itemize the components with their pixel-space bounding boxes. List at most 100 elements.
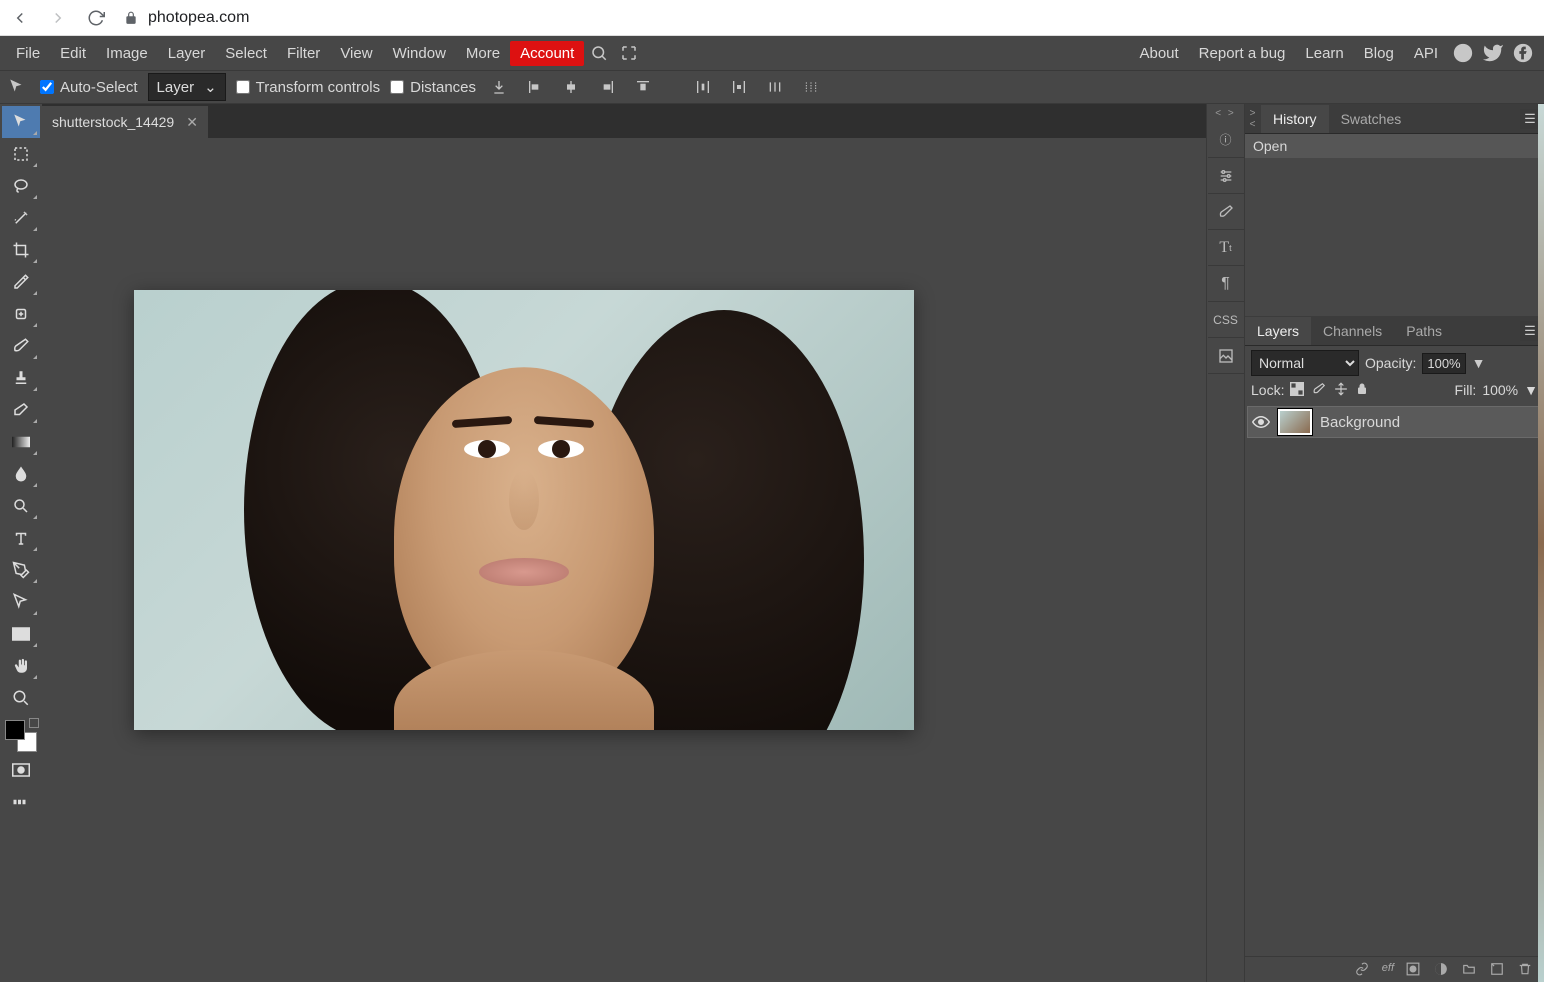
link-about[interactable]: About [1129, 39, 1188, 68]
adjust-panel-icon[interactable] [1208, 158, 1244, 194]
lock-move-icon[interactable] [1334, 382, 1350, 398]
layer-name[interactable]: Background [1320, 414, 1400, 431]
menu-view[interactable]: View [330, 39, 382, 68]
menu-image[interactable]: Image [96, 39, 158, 68]
pen-tool[interactable] [2, 554, 40, 586]
align-hcenter-icon[interactable] [558, 74, 584, 100]
dodge-tool[interactable] [2, 490, 40, 522]
back-icon[interactable] [10, 8, 30, 28]
wand-tool[interactable] [2, 202, 40, 234]
tab-channels[interactable]: Channels [1311, 317, 1394, 345]
lock-all-icon[interactable] [1356, 382, 1372, 398]
canvas-viewport[interactable] [42, 138, 1206, 982]
heal-tool[interactable] [2, 298, 40, 330]
link-layers-icon[interactable] [1354, 962, 1370, 978]
fg-color[interactable] [5, 720, 25, 740]
brush-panel-icon[interactable] [1208, 194, 1244, 230]
color-swatches[interactable] [3, 718, 39, 754]
menu-layer[interactable]: Layer [158, 39, 216, 68]
brush-tool[interactable] [2, 330, 40, 362]
canvas[interactable] [134, 290, 914, 730]
blur-tool[interactable] [2, 458, 40, 490]
quickmask-tool[interactable] [2, 754, 40, 786]
link-blog[interactable]: Blog [1354, 39, 1404, 68]
crop-tool[interactable] [2, 234, 40, 266]
download-icon[interactable] [486, 74, 512, 100]
document-tab[interactable]: shutterstock_14429 ✕ [42, 106, 208, 138]
menu-window[interactable]: Window [383, 39, 456, 68]
layer-thumbnail[interactable] [1278, 409, 1312, 435]
forward-icon[interactable] [48, 8, 68, 28]
panel-handle[interactable]: < > [1207, 104, 1244, 122]
new-layer-icon[interactable] [1490, 962, 1506, 978]
trash-icon[interactable] [1518, 962, 1534, 978]
reddit-icon[interactable] [1448, 42, 1478, 64]
marquee-tool[interactable] [2, 138, 40, 170]
gradient-tool[interactable] [2, 426, 40, 458]
layer-row[interactable]: Background [1247, 406, 1542, 438]
type-tool[interactable] [2, 522, 40, 554]
distribute-4-icon[interactable] [798, 74, 824, 100]
opacity-value[interactable]: 100% [1422, 353, 1465, 374]
adjustment-icon[interactable] [1434, 962, 1450, 978]
eyedropper-tool[interactable] [2, 266, 40, 298]
distances-checkbox[interactable]: Distances [390, 79, 476, 96]
visibility-icon[interactable] [1252, 415, 1270, 429]
facebook-icon[interactable] [1508, 42, 1538, 64]
link-learn[interactable]: Learn [1295, 39, 1353, 68]
hand-tool[interactable] [2, 650, 40, 682]
fx-icon[interactable]: eff [1382, 962, 1394, 978]
tab-history[interactable]: History [1261, 105, 1329, 133]
zoom-tool[interactable] [2, 682, 40, 714]
char-panel-icon[interactable]: Tt [1208, 230, 1244, 266]
auto-select-checkbox[interactable]: Auto-Select [40, 79, 138, 96]
menu-filter[interactable]: Filter [277, 39, 330, 68]
menu-file[interactable]: File [6, 39, 50, 68]
screenmode-tool[interactable] [2, 786, 40, 818]
menu-select[interactable]: Select [215, 39, 277, 68]
fill-value[interactable]: 100% [1482, 382, 1518, 398]
path-select-tool[interactable] [2, 586, 40, 618]
info-panel-icon[interactable]: ⓘ [1208, 122, 1244, 158]
lock-pixels-icon[interactable] [1290, 382, 1306, 398]
transform-checkbox[interactable]: Transform controls [236, 79, 380, 96]
image-panel-icon[interactable] [1208, 338, 1244, 374]
distribute-v-icon[interactable] [726, 74, 752, 100]
tab-paths[interactable]: Paths [1394, 317, 1454, 345]
url-box[interactable]: photopea.com [124, 9, 249, 27]
opacity-dropdown-icon[interactable]: ▼ [1472, 355, 1486, 371]
history-row[interactable]: Open [1245, 134, 1544, 158]
eraser-tool[interactable] [2, 394, 40, 426]
link-api[interactable]: API [1404, 39, 1448, 68]
para-panel-icon[interactable]: ¶ [1208, 266, 1244, 302]
lasso-tool[interactable] [2, 170, 40, 202]
close-tab-icon[interactable]: ✕ [186, 114, 198, 131]
blend-mode-select[interactable]: Normal [1251, 350, 1359, 376]
target-select[interactable]: Layer⌄ [148, 73, 226, 101]
move-tool[interactable] [2, 106, 40, 138]
panel-menu-icon[interactable]: ☰ [1520, 321, 1540, 341]
panel-handle[interactable]: > < [1245, 108, 1261, 130]
stamp-tool[interactable] [2, 362, 40, 394]
mask-icon[interactable] [1406, 962, 1422, 978]
align-right-icon[interactable] [594, 74, 620, 100]
menu-account[interactable]: Account [510, 41, 584, 66]
distribute-h-icon[interactable] [690, 74, 716, 100]
menu-more[interactable]: More [456, 39, 510, 68]
distribute-3-icon[interactable] [762, 74, 788, 100]
align-left-icon[interactable] [522, 74, 548, 100]
menu-edit[interactable]: Edit [50, 39, 96, 68]
css-panel-icon[interactable]: CSS [1208, 302, 1244, 338]
twitter-icon[interactable] [1478, 42, 1508, 64]
reload-icon[interactable] [86, 8, 106, 28]
link-report[interactable]: Report a bug [1189, 39, 1296, 68]
shape-tool[interactable] [2, 618, 40, 650]
fill-dropdown-icon[interactable]: ▼ [1524, 382, 1538, 398]
panel-menu-icon[interactable]: ☰ [1520, 109, 1540, 129]
search-icon[interactable] [584, 44, 614, 62]
fullscreen-icon[interactable] [614, 44, 644, 62]
lock-paint-icon[interactable] [1312, 382, 1328, 398]
align-top-icon[interactable] [630, 74, 656, 100]
tab-swatches[interactable]: Swatches [1329, 105, 1414, 133]
folder-icon[interactable] [1462, 962, 1478, 978]
